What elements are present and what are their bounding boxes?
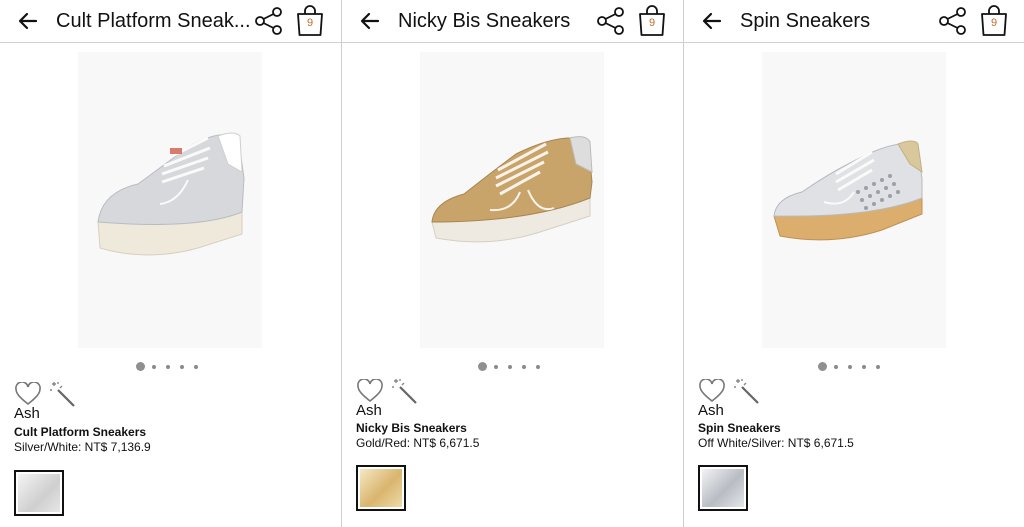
bag-count-badge: 9 <box>648 17 656 29</box>
pagination-dot-active[interactable] <box>818 362 827 371</box>
product-panel-spin: Spin Sneakers 9 Ash Spin Sneakers Off Wh… <box>684 0 1024 527</box>
pagination-dot[interactable] <box>152 365 156 369</box>
color-price-label: Silver/White: NT$ 7,136.9 <box>14 440 151 454</box>
pagination-dot[interactable] <box>862 365 866 369</box>
back-arrow-icon[interactable] <box>358 9 382 33</box>
product-image[interactable] <box>762 52 946 348</box>
bag-count-badge: 9 <box>306 17 314 29</box>
page-title: Spin Sneakers <box>740 10 871 32</box>
swatch-fill <box>18 474 60 512</box>
pagination-dot[interactable] <box>876 365 880 369</box>
product-name: Nicky Bis Sneakers <box>356 421 467 435</box>
brand-name: Ash <box>356 402 382 419</box>
product-panel-nicky-bis: Nicky Bis Sneakers 9 Ash Nicky Bis Sneak… <box>342 0 683 527</box>
back-arrow-icon[interactable] <box>16 9 40 33</box>
share-icon[interactable] <box>596 6 626 36</box>
top-bar: Cult Platform Sneak... 9 <box>0 0 341 43</box>
swatch-fill <box>702 469 744 507</box>
pagination-dot[interactable] <box>494 365 498 369</box>
color-price-label: Off White/Silver: NT$ 6,671.5 <box>698 436 854 450</box>
pagination-dot[interactable] <box>834 365 838 369</box>
brand-name: Ash <box>14 405 40 422</box>
heart-icon[interactable] <box>356 379 384 403</box>
brand-name: Ash <box>698 402 724 419</box>
pagination-dot[interactable] <box>194 365 198 369</box>
heart-icon[interactable] <box>14 382 42 406</box>
product-panel-cult-platform: Cult Platform Sneak... 9 Ash Cult Platfo… <box>0 0 341 527</box>
page-title: Nicky Bis Sneakers <box>398 10 571 32</box>
pagination-dot[interactable] <box>508 365 512 369</box>
top-bar: Nicky Bis Sneakers 9 <box>342 0 683 43</box>
shopping-bag-button[interactable]: 9 <box>295 5 325 37</box>
pagination-dot[interactable] <box>522 365 526 369</box>
magic-wand-icon[interactable] <box>732 377 760 405</box>
sneaker-image <box>773 140 923 241</box>
pagination-dot[interactable] <box>180 365 184 369</box>
shopping-bag-button[interactable]: 9 <box>637 5 667 37</box>
share-icon[interactable] <box>938 6 968 36</box>
share-icon[interactable] <box>254 6 284 36</box>
sneaker-image <box>97 132 245 256</box>
image-pagination[interactable] <box>0 362 341 374</box>
swatch-fill <box>360 469 402 507</box>
shopping-bag-button[interactable]: 9 <box>979 5 1009 37</box>
product-name: Cult Platform Sneakers <box>14 425 147 439</box>
magic-wand-icon[interactable] <box>48 380 76 408</box>
color-price-label: Gold/Red: NT$ 6,671.5 <box>356 436 480 450</box>
bag-count-badge: 9 <box>990 17 998 29</box>
image-pagination[interactable] <box>342 362 683 374</box>
color-swatch-selected[interactable] <box>14 470 64 516</box>
color-swatch-selected[interactable] <box>698 465 748 511</box>
product-image[interactable] <box>78 52 262 348</box>
image-pagination[interactable] <box>684 362 1024 374</box>
pagination-dot-active[interactable] <box>478 362 487 371</box>
pagination-dot-active[interactable] <box>136 362 145 371</box>
product-image[interactable] <box>420 52 604 348</box>
product-name: Spin Sneakers <box>698 421 781 435</box>
magic-wand-icon[interactable] <box>390 377 418 405</box>
pagination-dot[interactable] <box>536 365 540 369</box>
pagination-dot[interactable] <box>166 365 170 369</box>
heart-icon[interactable] <box>698 379 726 403</box>
pagination-dot[interactable] <box>848 365 852 369</box>
color-swatch-selected[interactable] <box>356 465 406 511</box>
back-arrow-icon[interactable] <box>700 9 724 33</box>
sneaker-image <box>431 136 593 243</box>
page-title: Cult Platform Sneak... <box>56 10 251 32</box>
top-bar: Spin Sneakers 9 <box>684 0 1024 43</box>
